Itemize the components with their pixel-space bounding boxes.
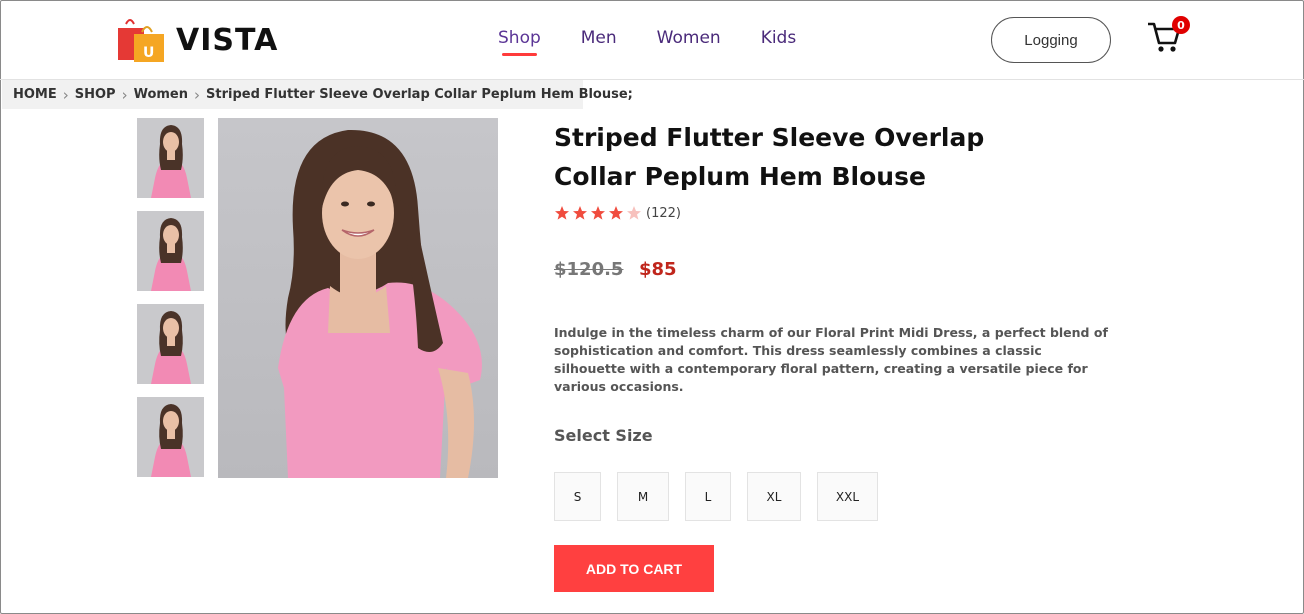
product-thumbnail[interactable] [137, 118, 204, 198]
star-icon [609, 206, 623, 220]
star-icon [573, 206, 587, 220]
cart-count-badge: 0 [1172, 16, 1190, 34]
star-empty-icon [627, 206, 641, 220]
site-header: U VISTA Shop Men Women Kids Logging 0 [0, 0, 1304, 80]
size-option-xxl[interactable]: XXL [817, 472, 878, 521]
brand-name: VISTA [176, 22, 279, 58]
brand-logo[interactable]: U VISTA [116, 16, 278, 64]
breadcrumb-women[interactable]: Women [134, 87, 188, 102]
star-icon [591, 206, 605, 220]
product-description: Indulge in the timeless charm of our Flo… [554, 325, 1108, 394]
nav-women[interactable]: Women [657, 28, 721, 48]
svg-text:U: U [143, 45, 154, 61]
product-title: Striped Flutter Sleeve Overlap Collar Pe… [554, 123, 985, 191]
size-option-s[interactable]: S [554, 472, 601, 521]
original-price: $120.5 [554, 259, 624, 280]
nav-shop[interactable]: Shop [498, 28, 541, 56]
login-button[interactable]: Logging [991, 17, 1111, 63]
size-option-l[interactable]: L [685, 472, 731, 521]
nav-men[interactable]: Men [581, 28, 617, 48]
breadcrumb-home[interactable]: HOME [13, 87, 57, 102]
product-thumbnail[interactable] [137, 397, 204, 477]
chevron-right-icon: › [62, 85, 69, 104]
chevron-right-icon: › [194, 85, 201, 104]
add-to-cart-button[interactable]: ADD TO CART [554, 545, 714, 592]
main-nav: Shop Men Women Kids [498, 28, 836, 56]
breadcrumb-shop[interactable]: SHOP [75, 87, 116, 102]
cart-button[interactable]: 0 [1146, 16, 1190, 56]
thumbnail-list [137, 118, 204, 490]
size-option-xl[interactable]: XL [747, 472, 801, 521]
star-icon [555, 206, 569, 220]
size-label: Select Size [554, 426, 653, 445]
shopping-bags-icon: U [116, 16, 166, 64]
breadcrumb-current: Striped Flutter Sleeve Overlap Collar Pe… [206, 87, 633, 102]
product-rating: (122) [554, 205, 681, 221]
product-thumbnail[interactable] [137, 211, 204, 291]
chevron-right-icon: › [121, 85, 128, 104]
breadcrumb: HOME › SHOP › Women › Striped Flutter Sl… [2, 80, 633, 109]
review-count: (122) [646, 205, 681, 221]
product-main-image [218, 118, 498, 478]
nav-kids[interactable]: Kids [761, 28, 797, 48]
sale-price: $85 [639, 259, 677, 280]
size-option-m[interactable]: M [617, 472, 669, 521]
product-thumbnail[interactable] [137, 304, 204, 384]
